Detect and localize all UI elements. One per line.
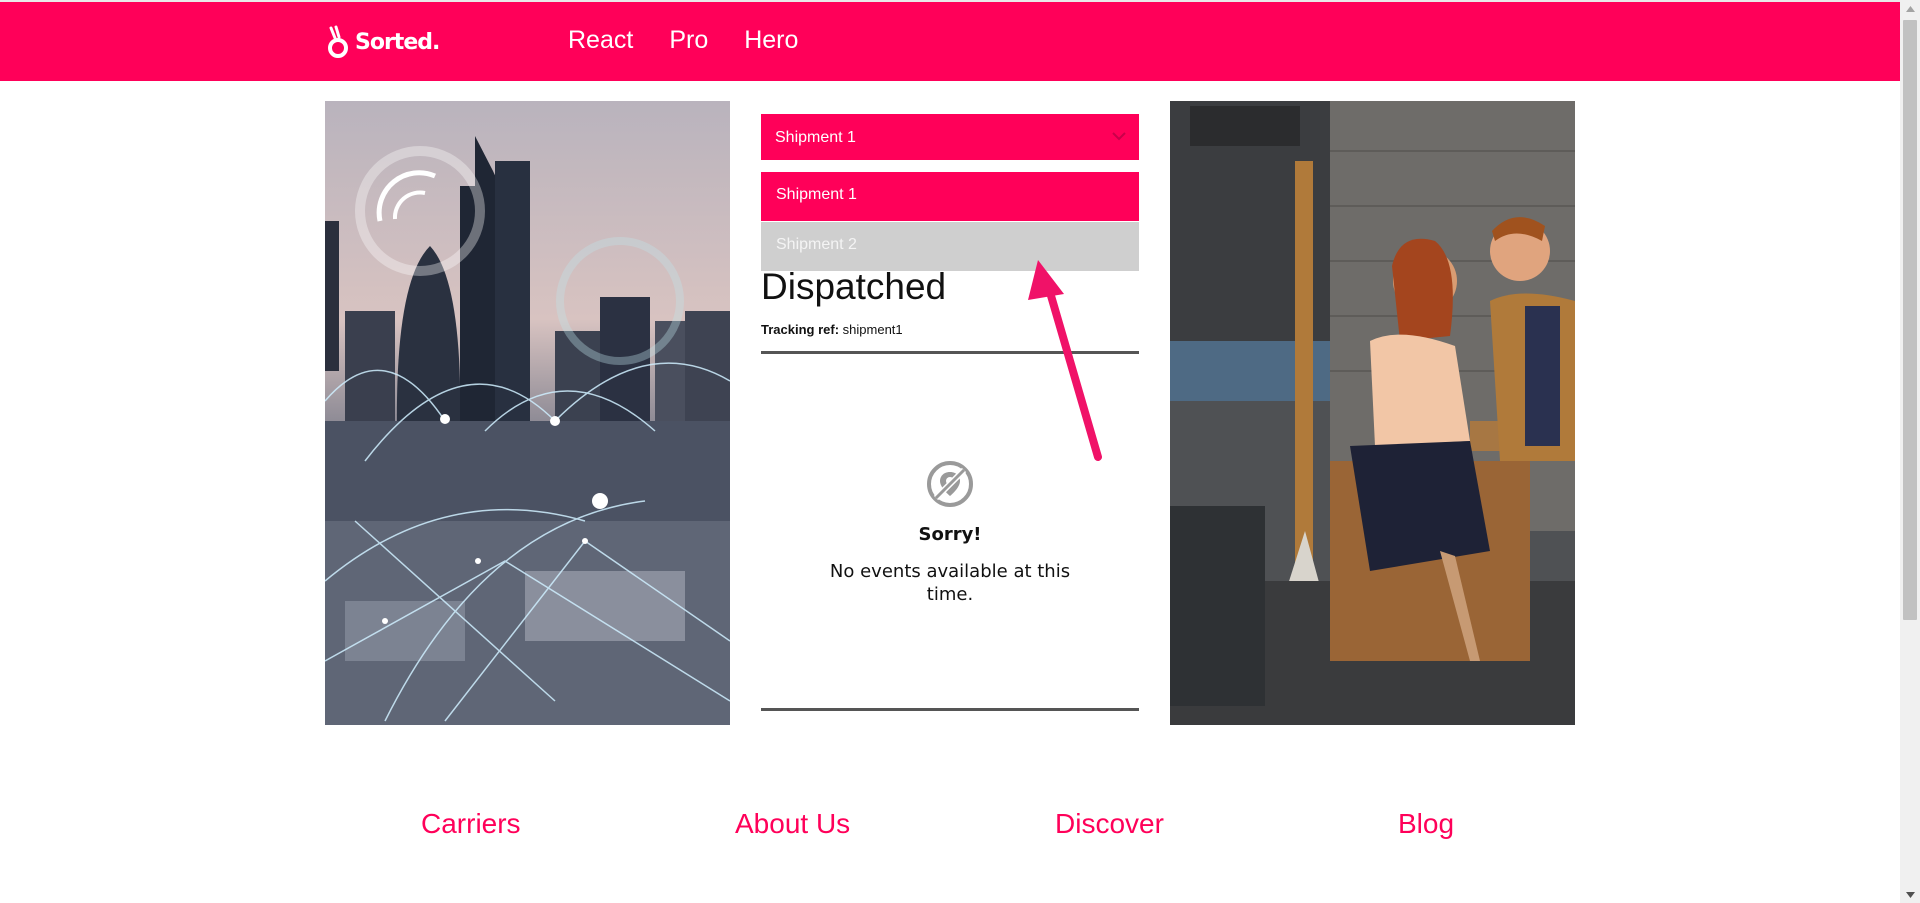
nav-link-react[interactable]: React <box>568 26 633 55</box>
brand-logo[interactable]: Sorted. <box>325 22 440 62</box>
tracking-ref: Tracking ref: shipment1 <box>761 322 903 337</box>
footer-link-discover[interactable]: Discover <box>1055 808 1164 840</box>
nav-link-hero[interactable]: Hero <box>744 26 798 55</box>
annotation-arrow-icon <box>1028 260 1102 461</box>
main-nav: React Pro Hero <box>568 26 834 55</box>
nav-link-pro[interactable]: Pro <box>669 26 708 55</box>
tracking-ref-label: Tracking ref: <box>761 322 840 337</box>
footer-link-about-us[interactable]: About Us <box>735 808 850 840</box>
chevron-down-icon <box>1112 132 1126 141</box>
scroll-down-arrow-icon[interactable] <box>1900 886 1920 903</box>
shipment-select-value: Shipment 1 <box>775 129 856 146</box>
shipment-option-label: Shipment 2 <box>776 236 857 253</box>
empty-state-title: Sorry! <box>918 524 982 545</box>
shipment-select[interactable]: Shipment 1 <box>761 114 1139 160</box>
top-navbar: Sorted. React Pro Hero <box>0 2 1900 81</box>
no-location-icon <box>927 461 973 507</box>
shipment-status: Dispatched <box>761 266 947 307</box>
cafe-couple-photo <box>1170 101 1575 725</box>
tracking-ref-value: shipment1 <box>842 322 903 337</box>
scrollbar-thumb[interactable] <box>1903 20 1917 620</box>
empty-state-message: No events available at this time. <box>829 561 1071 605</box>
scroll-up-arrow-icon[interactable] <box>1900 0 1920 17</box>
events-divider-bottom <box>761 708 1139 711</box>
brand-logo-text: Sorted. <box>355 29 440 55</box>
footer-link-blog[interactable]: Blog <box>1398 808 1454 840</box>
page-scrollbar[interactable] <box>1900 0 1920 903</box>
sorted-hand-icon <box>328 25 348 58</box>
shipment-option-label: Shipment 1 <box>776 186 857 203</box>
city-network-photo <box>325 101 730 725</box>
footer-link-carriers[interactable]: Carriers <box>421 808 521 840</box>
shipment-option-1[interactable]: Shipment 1 <box>761 172 1139 221</box>
